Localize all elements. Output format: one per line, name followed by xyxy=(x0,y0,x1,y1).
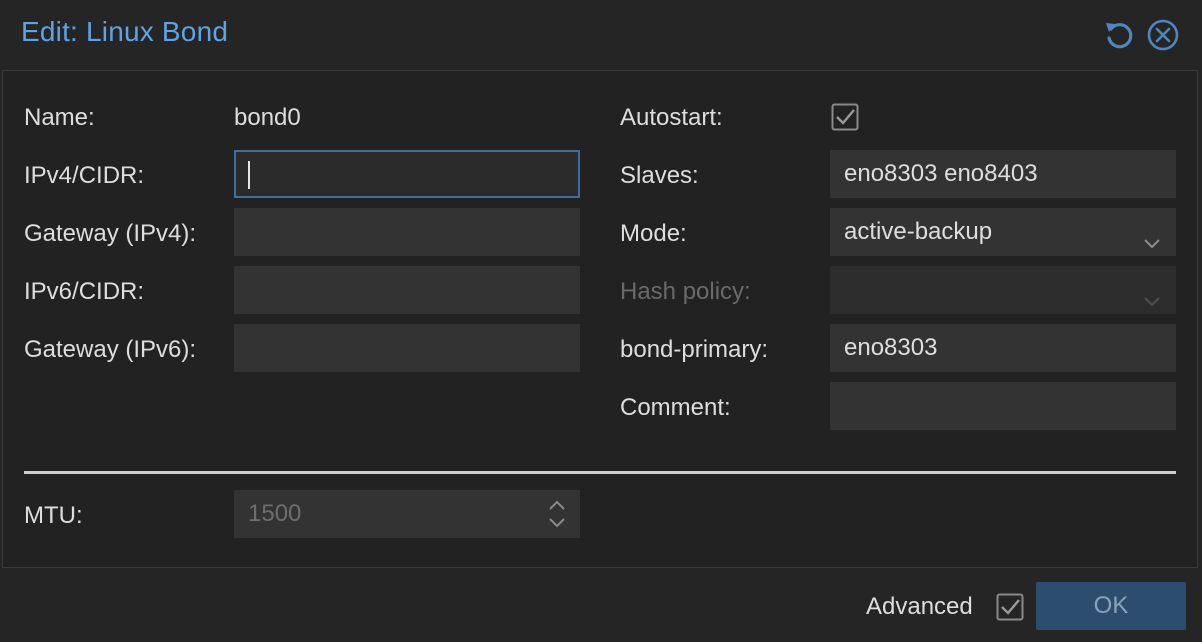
close-icon[interactable] xyxy=(1146,18,1180,52)
advanced-label: Advanced xyxy=(866,593,973,620)
mtu-input[interactable]: 1500 xyxy=(234,490,580,538)
comment-input[interactable] xyxy=(830,382,1176,430)
gateway-ipv6-label: Gateway (IPv6): xyxy=(24,336,197,363)
gateway-ipv4-label: Gateway (IPv4): xyxy=(24,220,197,247)
chevron-down-icon xyxy=(1142,280,1162,307)
mode-value: active-backup xyxy=(844,218,993,245)
mtu-label: MTU: xyxy=(24,502,83,529)
chevron-down-icon[interactable] xyxy=(1142,222,1162,249)
comment-label: Comment: xyxy=(620,394,731,421)
ipv4-cidr-label: IPv4/CIDR: xyxy=(24,162,145,189)
advanced-checkbox[interactable] xyxy=(996,593,1024,621)
bond-primary-label: bond-primary: xyxy=(620,336,769,363)
form-panel xyxy=(2,70,1198,568)
name-value: bond0 xyxy=(234,104,301,131)
ipv6-cidr-input[interactable] xyxy=(234,266,580,314)
hash-policy-label: Hash policy: xyxy=(620,278,751,305)
bond-primary-value: eno8303 xyxy=(844,334,938,361)
name-label: Name: xyxy=(24,104,95,131)
reset-icon[interactable] xyxy=(1102,18,1136,52)
mode-select[interactable]: active-backup xyxy=(830,208,1176,256)
ipv6-cidr-label: IPv6/CIDR: xyxy=(24,278,145,305)
edit-linux-bond-dialog: Edit: Linux Bond Name: bond0 IPv4/CIDR: … xyxy=(0,0,1202,642)
advanced-divider xyxy=(24,471,1176,474)
bond-primary-input[interactable]: eno8303 xyxy=(830,324,1176,372)
ok-button[interactable]: OK xyxy=(1036,582,1186,630)
gateway-ipv6-input[interactable] xyxy=(234,324,580,372)
text-caret xyxy=(248,161,250,189)
dialog-title: Edit: Linux Bond xyxy=(21,16,229,47)
mode-label: Mode: xyxy=(620,220,687,247)
mtu-placeholder: 1500 xyxy=(248,500,302,527)
hash-policy-select xyxy=(830,266,1176,314)
slaves-label: Slaves: xyxy=(620,162,699,189)
gateway-ipv4-input[interactable] xyxy=(234,208,580,256)
slaves-value: eno8303 eno8403 xyxy=(844,160,1038,187)
spinner-arrows-icon[interactable] xyxy=(546,496,568,532)
ipv4-cidr-input[interactable] xyxy=(234,150,580,198)
dialog-header: Edit: Linux Bond xyxy=(0,0,1202,70)
autostart-checkbox[interactable] xyxy=(831,103,859,131)
autostart-label: Autostart: xyxy=(620,104,723,131)
dialog-footer: Advanced OK xyxy=(0,568,1202,642)
slaves-input[interactable]: eno8303 eno8403 xyxy=(830,150,1176,198)
